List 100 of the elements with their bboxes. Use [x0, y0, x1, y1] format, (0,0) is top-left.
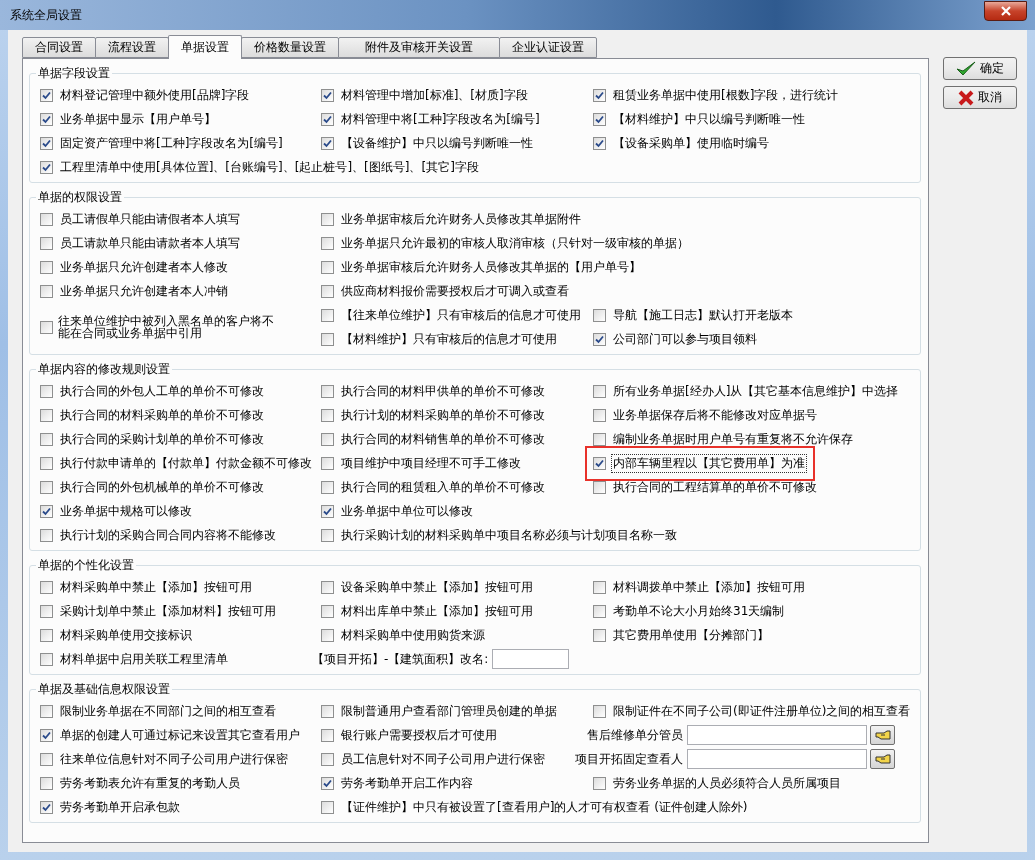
checkbox[interactable] — [40, 456, 53, 470]
checkbox[interactable] — [40, 752, 53, 766]
checkbox-option[interactable]: 劳务考勤单开启承包款 — [40, 797, 182, 817]
checkbox[interactable] — [40, 136, 53, 150]
checkbox[interactable] — [321, 308, 334, 322]
checkbox[interactable] — [321, 136, 334, 150]
checkbox[interactable] — [321, 800, 334, 814]
checkbox-option[interactable]: 执行合同的材料甲供单的单价不可修改 — [321, 381, 547, 401]
checkbox-option[interactable]: 【材料维护】只有审核后的信息才可使用 — [321, 329, 559, 349]
checkbox-option[interactable]: 执行合同的材料采购单的单价不可修改 — [40, 405, 266, 425]
checkbox[interactable] — [593, 88, 606, 102]
checkbox-option[interactable]: 业务单据中单位可以修改 — [321, 501, 475, 521]
cancel-button[interactable]: 取消 — [943, 86, 1017, 109]
checkbox[interactable] — [593, 332, 606, 346]
checkbox-option[interactable]: 劳务考勤单开启工作内容 — [321, 773, 475, 793]
checkbox[interactable] — [40, 628, 53, 642]
tab[interactable]: 企业认证设置 — [499, 37, 597, 58]
checkbox-option[interactable]: 材料管理中将[工种]字段改名为[编号] — [321, 109, 542, 129]
checkbox[interactable] — [321, 112, 334, 126]
checkbox[interactable] — [40, 652, 53, 666]
checkbox-option[interactable]: 限制证件在不同子公司(即证件注册单位)之间的相互查看 — [593, 701, 913, 721]
checkbox-option[interactable]: 员工请假单只能由请假者本人填写 — [40, 209, 242, 229]
checkbox[interactable] — [593, 604, 606, 618]
close-button[interactable] — [984, 1, 1027, 21]
checkbox-option[interactable]: 往来单位维护中被列入黑名单的客户将不能在合同或业务单据中引用 — [40, 315, 280, 339]
checkbox-option[interactable]: 采购计划单中禁止【添加材料】按钮可用 — [40, 601, 278, 621]
checkbox[interactable] — [321, 432, 334, 446]
checkbox[interactable] — [321, 212, 334, 226]
checkbox[interactable] — [40, 212, 53, 226]
checkbox-option[interactable]: 执行合同的采购计划单的单价不可修改 — [40, 429, 266, 449]
checkbox-option[interactable]: 业务单据只允许创建者本人修改 — [40, 257, 230, 277]
checkbox[interactable] — [40, 88, 53, 102]
checkbox[interactable] — [40, 320, 53, 334]
checkbox[interactable] — [40, 728, 53, 742]
tab[interactable]: 流程设置 — [95, 37, 169, 58]
checkbox[interactable] — [321, 604, 334, 618]
checkbox-option[interactable]: 材料登记管理中额外使用[品牌]字段 — [40, 85, 252, 105]
checkbox-option[interactable]: 业务单据中显示【用户单号】 — [40, 109, 218, 129]
checkbox[interactable] — [593, 456, 606, 470]
checkbox-option[interactable]: 限制普通用户查看部门管理员创建的单据 — [321, 701, 559, 721]
checkbox-option[interactable]: 劳务考勤表允许有重复的考勤人员 — [40, 773, 242, 793]
checkbox[interactable] — [321, 580, 334, 594]
checkbox-option[interactable]: 【设备维护】中只以编号判断唯一性 — [321, 133, 535, 153]
input-field[interactable] — [687, 749, 867, 769]
checkbox-option[interactable]: 业务单据保存后将不能修改对应单据号 — [593, 405, 819, 425]
checkbox[interactable] — [321, 528, 334, 542]
checkbox[interactable] — [40, 704, 53, 718]
checkbox[interactable] — [321, 332, 334, 346]
checkbox-option[interactable]: 执行付款申请单的【付款单】付款金额不可修改 — [40, 453, 314, 473]
checkbox[interactable] — [321, 260, 334, 274]
checkbox[interactable] — [40, 236, 53, 250]
checkbox-option[interactable]: 执行合同的材料销售单的单价不可修改 — [321, 429, 547, 449]
checkbox-option[interactable]: 考勤单不论大小月始终31天编制 — [593, 601, 787, 621]
checkbox[interactable] — [321, 284, 334, 298]
checkbox[interactable] — [321, 236, 334, 250]
checkbox[interactable] — [40, 112, 53, 126]
checkbox[interactable] — [40, 432, 53, 446]
checkbox[interactable] — [40, 800, 53, 814]
checkbox-option[interactable]: 材料采购单使用交接标识 — [40, 625, 194, 645]
checkbox-option[interactable]: 工程里清单中使用[具体位置]、[台账编号]、[起止桩号]、[图纸号]、[其它]字段 — [40, 157, 481, 177]
checkbox-option[interactable]: 员工信息针对不同子公司用户进行保密 — [321, 749, 547, 769]
checkbox-option[interactable]: 供应商材料报价需要授权后才可调入或查看 — [321, 281, 571, 301]
checkbox-option[interactable]: 往来单位信息针对不同子公司用户进行保密 — [40, 749, 290, 769]
checkbox-option[interactable]: 材料管理中增加[标准]、[材质]字段 — [321, 85, 530, 105]
checkbox-option[interactable]: 材料出库单中禁止【添加】按钮可用 — [321, 601, 535, 621]
checkbox-option[interactable]: 固定资产管理中将[工种]字段改名为[编号] — [40, 133, 285, 153]
checkbox[interactable] — [593, 308, 606, 322]
checkbox[interactable] — [40, 604, 53, 618]
checkbox[interactable] — [321, 480, 334, 494]
checkbox-option[interactable]: 公司部门可以参与项目领料 — [593, 329, 759, 349]
checkbox[interactable] — [593, 580, 606, 594]
checkbox[interactable] — [593, 384, 606, 398]
checkbox-option[interactable]: 材料单据中启用关联工程里清单 — [40, 649, 230, 669]
checkbox-option[interactable]: 劳务业务单据的人员必须符合人员所属项目 — [593, 773, 843, 793]
checkbox[interactable] — [321, 408, 334, 422]
checkbox[interactable] — [40, 580, 53, 594]
checkbox-option[interactable]: 设备采购单中禁止【添加】按钮可用 — [321, 577, 535, 597]
checkbox-option[interactable]: 业务单据中规格可以修改 — [40, 501, 194, 521]
checkbox-option[interactable]: 【往来单位维护】只有审核后的信息才可使用 — [321, 305, 583, 325]
checkbox-option[interactable]: 编制业务单据时用户单号有重复将不允许保存 — [593, 429, 855, 449]
checkbox[interactable] — [593, 432, 606, 446]
checkbox-option[interactable]: 导航【施工日志】默认打开老版本 — [593, 305, 795, 325]
checkbox[interactable] — [40, 408, 53, 422]
checkbox-option[interactable]: 执行合同的工程结算单的单价不可修改 — [593, 477, 819, 497]
checkbox-option[interactable]: 执行合同的外包机械单的单价不可修改 — [40, 477, 266, 497]
checkbox[interactable] — [40, 776, 53, 790]
checkbox[interactable] — [321, 384, 334, 398]
checkbox[interactable] — [593, 628, 606, 642]
checkbox[interactable] — [321, 752, 334, 766]
checkbox[interactable] — [321, 704, 334, 718]
checkbox[interactable] — [40, 504, 53, 518]
checkbox-option[interactable]: 业务单据审核后允许财务人员修改其单据附件 — [321, 209, 583, 229]
checkbox-option[interactable]: 执行合同的租赁租入单的单价不可修改 — [321, 477, 547, 497]
checkbox[interactable] — [321, 456, 334, 470]
checkbox-option[interactable]: 租赁业务单据中使用[根数]字段，进行统计 — [593, 85, 841, 105]
checkbox-option[interactable]: 其它费用单使用【分摊部门】 — [593, 625, 771, 645]
checkbox[interactable] — [593, 408, 606, 422]
tab[interactable]: 合同设置 — [22, 37, 96, 58]
checkbox[interactable] — [593, 136, 606, 150]
checkbox-option[interactable]: 员工请款单只能由请款者本人填写 — [40, 233, 242, 253]
